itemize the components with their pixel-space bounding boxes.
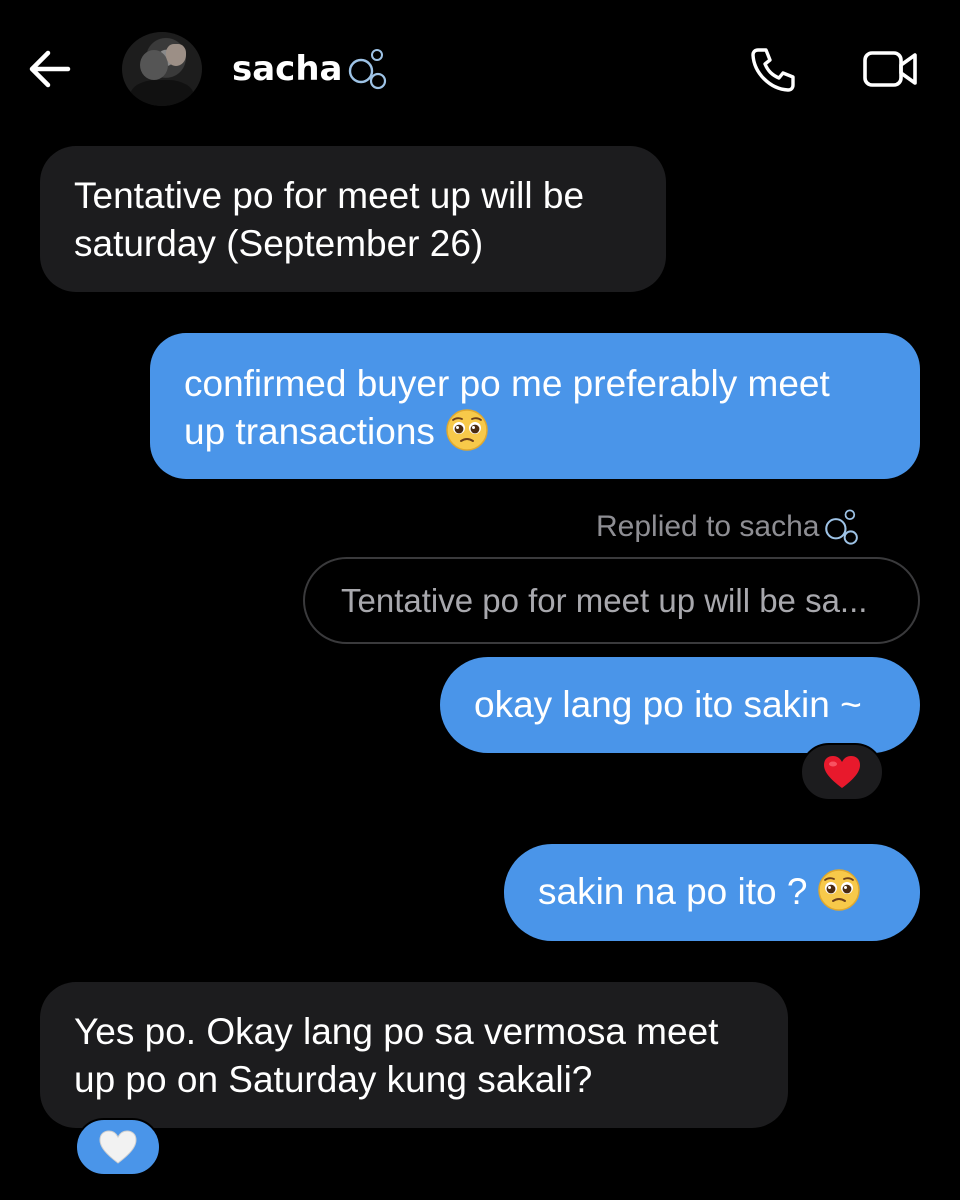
red-heart-icon: [824, 756, 860, 788]
message-line: saturday (September 26): [74, 223, 484, 264]
quoted-text: Tentative po for meet up will be sa...: [341, 582, 868, 619]
video-call-button[interactable]: [862, 46, 918, 92]
message-line: up po on Saturday kung sakali?: [74, 1059, 593, 1100]
phone-icon: [751, 48, 795, 92]
contact-name[interactable]: sacha: [232, 45, 392, 93]
arrow-left-icon: [29, 50, 71, 88]
reaction-badge[interactable]: [800, 743, 884, 801]
message-received[interactable]: Tentative po for meet up will be saturda…: [40, 146, 666, 292]
contact-name-label: sacha: [232, 49, 343, 89]
message-text: sakin na po ito ?: [538, 871, 808, 912]
message-line: Yes po. Okay lang po sa vermosa meet: [74, 1011, 719, 1052]
pleading-face-icon: [818, 869, 861, 911]
pleading-face-icon: [446, 409, 488, 451]
reply-context-label: Replied to sacha: [596, 505, 863, 549]
message-received[interactable]: Yes po. Okay lang po sa vermosa meet up …: [40, 982, 788, 1128]
quoted-message[interactable]: Tentative po for meet up will be sa...: [303, 557, 920, 644]
video-camera-icon: [863, 51, 917, 87]
call-button[interactable]: [748, 44, 798, 94]
white-heart-icon: [99, 1130, 137, 1164]
message-line: up transactions: [184, 411, 435, 452]
avatar[interactable]: [122, 32, 202, 106]
message-line: Tentative po for meet up will be: [74, 175, 585, 216]
message-sent[interactable]: confirmed buyer po me preferably meet up…: [150, 333, 920, 479]
bubbles-icon: [825, 509, 859, 545]
bubbles-icon: [349, 49, 387, 90]
message-text: okay lang po ito sakin ~: [474, 684, 862, 725]
message-sent[interactable]: sakin na po ito ?: [504, 844, 920, 941]
reaction-badge[interactable]: [75, 1118, 161, 1176]
message-line: confirmed buyer po me preferably meet: [184, 363, 830, 404]
replied-to-text: Replied to sacha: [596, 510, 820, 543]
message-sent[interactable]: okay lang po ito sakin ~: [440, 657, 920, 753]
back-button[interactable]: [26, 46, 72, 92]
